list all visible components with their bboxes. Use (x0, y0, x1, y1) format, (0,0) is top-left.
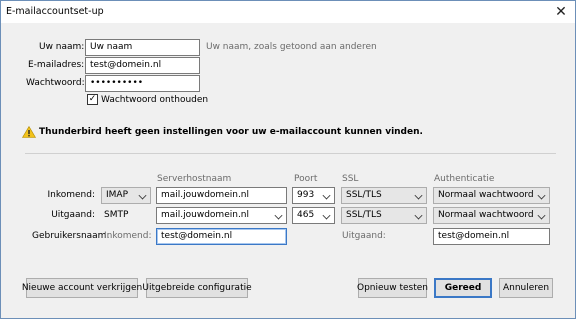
close-icon[interactable]: ✕ (547, 1, 575, 23)
incoming-hostname-input[interactable]: mail.jouwdomein.nl (156, 187, 287, 204)
password-input[interactable]: •••••••••• (85, 75, 200, 92)
column-ssl: SSL (342, 174, 359, 184)
outgoing-hostname-value: mail.jouwdomein.nl (161, 210, 250, 220)
outgoing-ssl-value: SSL/TLS (346, 210, 382, 220)
username-incoming-label: Inkomend: (104, 231, 152, 241)
incoming-protocol-select[interactable]: IMAP (101, 187, 151, 204)
advanced-config-button[interactable]: Uitgebreide configuratie (142, 278, 252, 298)
incoming-ssl-select[interactable]: SSL/TLS (341, 187, 427, 204)
account-setup-window: E-mailaccountset-up ✕ Uw naam: Uw naam U… (0, 0, 576, 319)
column-authentication: Authenticatie (434, 174, 495, 184)
column-port: Poort (294, 174, 318, 184)
outgoing-protocol-value: SMTP (104, 210, 129, 220)
incoming-label: Inkomend: (47, 190, 95, 200)
chevron-down-icon (322, 191, 331, 200)
column-hostname: Serverhostnaam (157, 174, 232, 184)
incoming-port-value: 993 (297, 190, 315, 200)
chevron-down-icon (138, 191, 147, 200)
incoming-ssl-value: SSL/TLS (346, 190, 382, 200)
warning-text: Thunderbird heeft geen instellingen voor… (39, 127, 423, 137)
username-outgoing-label: Uitgaand: (342, 231, 386, 241)
window-title: E-mailaccountset-up (6, 6, 104, 17)
username-label: Gebruikersnaam: (32, 231, 110, 241)
retest-button[interactable]: Opnieuw testen (357, 278, 428, 298)
outgoing-username-input[interactable]: test@domein.nl (433, 228, 550, 245)
incoming-protocol-value: IMAP (106, 190, 129, 200)
done-button[interactable]: Gereed (434, 278, 492, 298)
chevron-down-icon (537, 191, 546, 200)
password-label: Wachtwoord: (26, 78, 85, 88)
name-input[interactable]: Uw naam (85, 39, 200, 56)
remember-password-checkbox[interactable]: ✓ (87, 94, 98, 105)
outgoing-label: Uitgaand: (51, 210, 95, 220)
outgoing-hostname-select[interactable]: mail.jouwdomein.nl (156, 207, 287, 224)
incoming-username-input[interactable]: test@domein.nl (156, 228, 287, 245)
incoming-port-select[interactable]: 993 (292, 187, 335, 204)
title-bar: E-mailaccountset-up ✕ (1, 1, 575, 23)
outgoing-port-value: 465 (297, 210, 315, 220)
name-hint: Uw naam, zoals getoond aan anderen (206, 42, 377, 52)
warning-icon (22, 126, 36, 138)
cancel-button[interactable]: Annuleren (499, 278, 553, 298)
new-account-button[interactable]: Nieuwe account verkrijgen (22, 278, 142, 298)
email-label: E-mailadres: (28, 60, 85, 70)
email-input[interactable]: test@domein.nl (85, 57, 200, 74)
name-label: Uw naam: (39, 42, 85, 52)
outgoing-auth-value: Normaal wachtwoord (438, 210, 534, 220)
incoming-auth-value: Normaal wachtwoord (438, 190, 534, 200)
outgoing-auth-select[interactable]: Normaal wachtwoord (433, 207, 550, 224)
outgoing-port-select[interactable]: 465 (292, 207, 335, 224)
chevron-down-icon (414, 211, 423, 220)
outgoing-ssl-select[interactable]: SSL/TLS (341, 207, 427, 224)
chevron-down-icon (537, 211, 546, 220)
remember-password-label: Wachtwoord onthouden (101, 95, 209, 105)
chevron-down-icon (274, 211, 283, 220)
chevron-down-icon (414, 191, 423, 200)
incoming-auth-select[interactable]: Normaal wachtwoord (433, 187, 550, 204)
chevron-down-icon (322, 211, 331, 220)
